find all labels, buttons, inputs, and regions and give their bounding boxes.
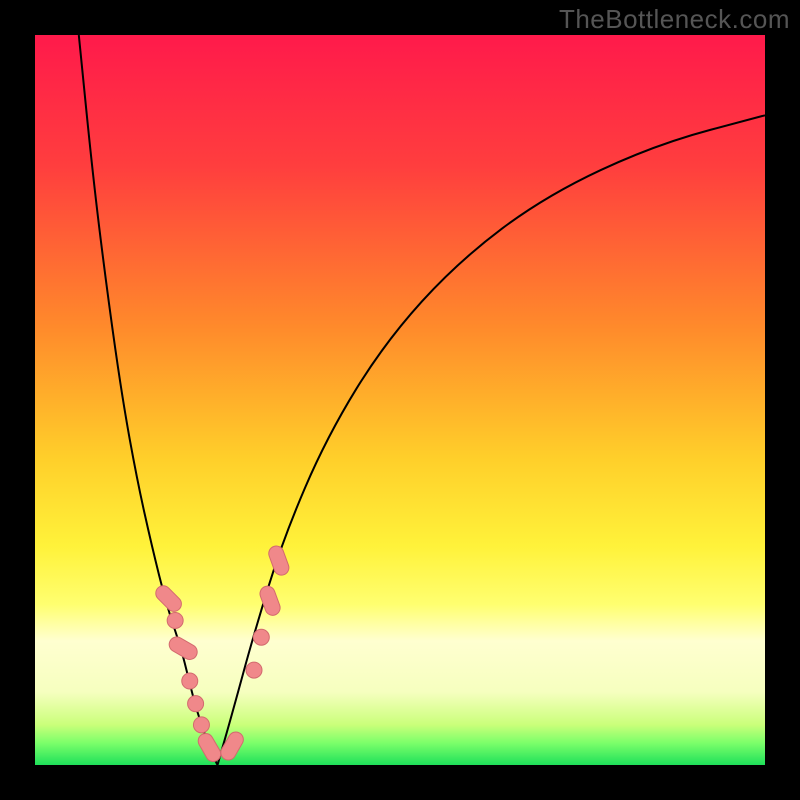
curve-marker	[188, 696, 204, 712]
watermark-text: TheBottleneck.com	[559, 4, 790, 35]
curve-marker	[193, 717, 209, 733]
chart-svg	[35, 35, 765, 765]
curve-marker	[182, 673, 198, 689]
gradient-background	[35, 35, 765, 765]
plot-area	[35, 35, 765, 765]
curve-marker	[246, 662, 262, 678]
chart-frame: TheBottleneck.com	[0, 0, 800, 800]
curve-marker	[167, 612, 183, 628]
curve-marker	[253, 629, 269, 645]
